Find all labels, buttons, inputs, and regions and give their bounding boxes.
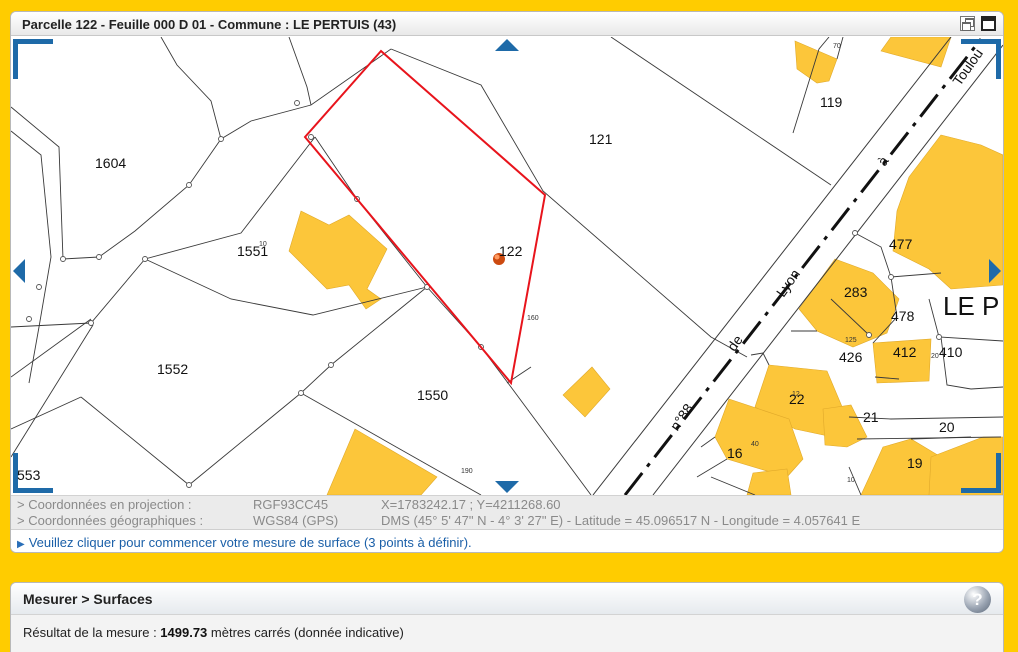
projection-value: X=1783242.17 ; Y=4211268.60 [381, 497, 561, 512]
selected-parcel-outline [303, 49, 547, 386]
house-number: 70 [833, 43, 841, 50]
parcel-label: 119 [820, 94, 843, 110]
parcel-label: 283 [844, 284, 868, 300]
measure-status: ▶ Veuillez cliquer pour commencer votre m… [11, 529, 1003, 552]
house-number: 10 [847, 477, 855, 484]
parcel-label: 1550 [417, 387, 449, 403]
house-number: 20 [931, 353, 939, 360]
parcel-label: 553 [17, 467, 41, 483]
window-titlebar: Parcelle 122 - Feuille 000 D 01 - Commun… [11, 12, 1003, 36]
pan-up-arrow[interactable] [495, 39, 519, 51]
parcel-label: 477 [889, 236, 913, 252]
house-number: 160 [527, 315, 539, 322]
parcel-label: 20 [939, 419, 955, 435]
status-message[interactable]: Veuillez cliquer pour commencer votre me… [29, 535, 472, 550]
parcel-label: 478 [891, 308, 915, 324]
window-title: Parcelle 122 - Feuille 000 D 01 - Commun… [22, 17, 397, 32]
restore-icon[interactable] [960, 16, 975, 31]
geo-label: > Coordonnées géographiques : [17, 513, 204, 528]
pan-down-arrow[interactable] [495, 481, 519, 493]
parcel-label: 426 [839, 349, 863, 365]
house-number: 40 [751, 441, 759, 448]
coordinates-bar: > Coordonnées en projection : RGF93CC45 … [11, 495, 1003, 529]
map-canvas[interactable] [11, 37, 1003, 495]
play-arrow-icon: ▶ [17, 539, 25, 550]
measure-header: Mesurer > Surfaces ? [11, 583, 1003, 615]
result-value: 1499.73 [160, 625, 208, 640]
measure-title: Mesurer > Surfaces [23, 591, 153, 607]
projection-system: RGF93CC45 [253, 497, 329, 512]
town-label: LE P [943, 291, 1000, 321]
pan-left-arrow[interactable] [13, 259, 25, 283]
parcel-label: 1552 [157, 361, 189, 377]
house-number: 190 [461, 468, 473, 475]
parcel-label-selected: 122 [499, 243, 523, 259]
parcel-window: Parcelle 122 - Feuille 000 D 01 - Commun… [10, 11, 1004, 553]
parcel-label: 121 [589, 131, 613, 147]
parcel-label: 410 [939, 344, 963, 360]
maximize-icon[interactable] [981, 16, 996, 31]
geo-value: DMS (45° 5' 47" N - 4° 3' 27" E) - Latit… [381, 513, 861, 528]
parcel-label: 412 [893, 344, 917, 360]
house-number: 10 [259, 241, 267, 248]
house-number: 12 [792, 391, 800, 398]
projection-label: > Coordonnées en projection : [17, 497, 192, 512]
parcel-label: 16 [727, 445, 743, 461]
cadastre-map[interactable]: 1604 121 119 1551 122 477 283 478 1552 4… [11, 37, 1003, 495]
help-icon[interactable]: ? [964, 586, 991, 613]
geo-system: WGS84 (GPS) [253, 513, 339, 528]
result-prefix: Résultat de la mesure : [23, 625, 161, 640]
buildings [288, 37, 1003, 495]
parcel-label: 21 [863, 409, 879, 425]
house-number: 125 [845, 337, 857, 344]
parcel-label: 19 [907, 455, 923, 471]
result-suffix: mètres carrés (donnée indicative) [207, 625, 404, 640]
measure-result: Résultat de la mesure : 1499.73 mètres c… [11, 615, 1003, 650]
parcel-label: 1604 [95, 155, 127, 171]
measure-panel: Mesurer > Surfaces ? Résultat de la mesu… [10, 582, 1004, 652]
